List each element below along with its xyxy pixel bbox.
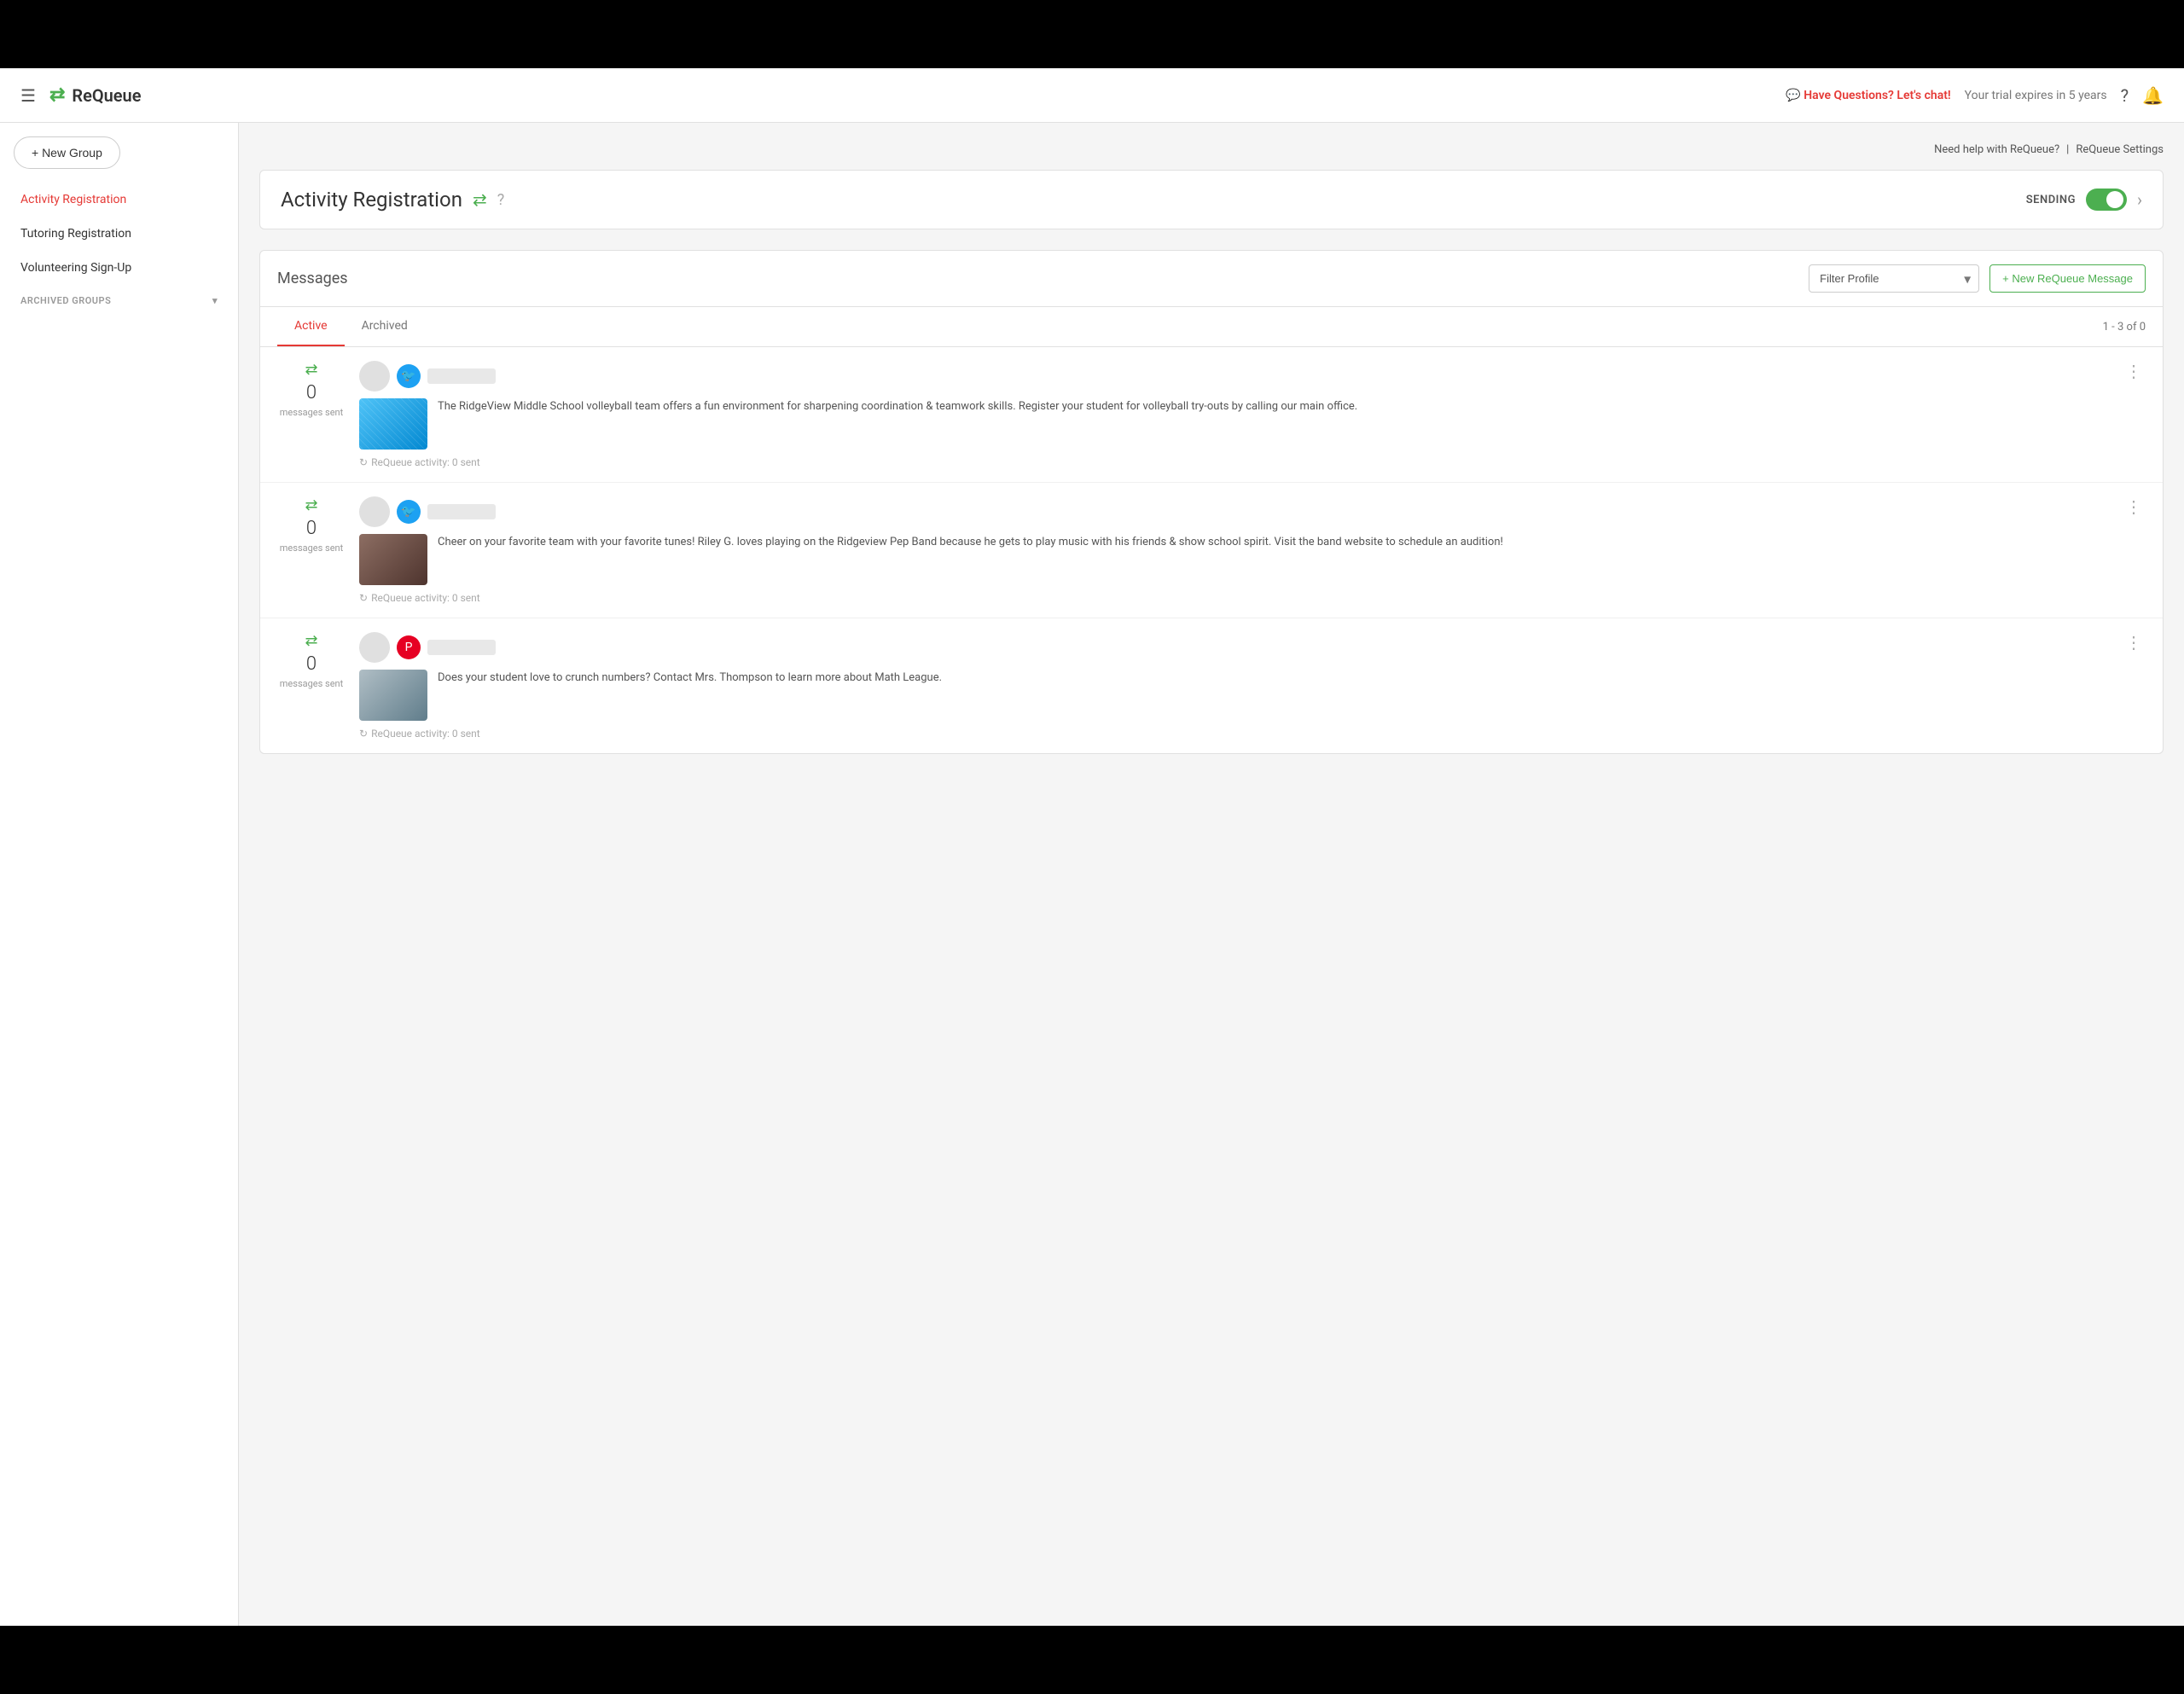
tab-archived[interactable]: Archived	[345, 307, 425, 346]
hamburger-icon[interactable]: ☰	[20, 85, 36, 106]
group-header-card: Activity Registration ⇄ ? SENDING ›	[259, 170, 2164, 229]
chevron-right-icon[interactable]: ›	[2137, 189, 2142, 210]
archived-groups-chevron: ▾	[212, 295, 218, 306]
group-requeue-icon: ⇄	[473, 189, 487, 210]
top-bar	[0, 0, 2184, 68]
message-text-3: Does your student love to crunch numbers…	[438, 670, 2108, 687]
avatar-2	[359, 496, 390, 527]
bottom-bar	[0, 1626, 2184, 1694]
activity-text-2: ReQueue activity: 0 sent	[371, 592, 480, 604]
requeue-activity-icon-1: ↻	[359, 456, 368, 468]
msg-count-3: 0	[306, 653, 317, 675]
header-left: ☰ ⇄ ReQueue	[20, 84, 141, 106]
message-item-2: ⇄ 0 messages sent 🐦 Cheer on your favori…	[260, 483, 2163, 618]
message-top-row-3: P	[359, 632, 2108, 663]
help-link[interactable]: Need help with ReQueue?	[1934, 143, 2059, 156]
filter-profile-select[interactable]: Filter Profile	[1809, 264, 1979, 293]
message-image-2	[359, 534, 427, 585]
activity-text-3: ReQueue activity: 0 sent	[371, 728, 480, 740]
help-icon[interactable]: ?	[2121, 85, 2129, 106]
main-layout: + New Group Activity Registration Tutori…	[0, 123, 2184, 1626]
sidebar-item-tutoring-registration[interactable]: Tutoring Registration	[0, 217, 238, 251]
message-body-row-3: Does your student love to crunch numbers…	[359, 670, 2108, 721]
new-group-button[interactable]: + New Group	[14, 136, 120, 169]
tabs-bar: Active Archived 1 - 3 of 0	[260, 307, 2163, 347]
chat-link[interactable]: 💬 Have Questions? Let's chat!	[1786, 89, 1950, 102]
message-content-2: 🐦 Cheer on your favorite team with your …	[359, 496, 2108, 604]
message-left-3: ⇄ 0 messages sent	[277, 632, 346, 689]
messages-title: Messages	[277, 270, 348, 287]
sidebar-item-volunteering-signup[interactable]: Volunteering Sign-Up	[0, 251, 238, 285]
bell-icon[interactable]: 🔔	[2142, 85, 2164, 106]
msg-count-1: 0	[306, 382, 317, 403]
filter-profile-wrapper: Filter Profile	[1809, 264, 1979, 293]
tab-active[interactable]: Active	[277, 307, 345, 346]
message-image-3	[359, 670, 427, 721]
message-more-1[interactable]: ⋮	[2122, 361, 2146, 381]
social-name-3	[427, 640, 496, 655]
logo-icon: ⇄	[49, 84, 65, 106]
message-left-2: ⇄ 0 messages sent	[277, 496, 346, 554]
message-text-1: The RidgeView Middle School volleyball t…	[438, 398, 2108, 415]
requeue-icon-2: ⇄	[305, 496, 317, 514]
requeue-activity-icon-2: ↻	[359, 592, 368, 604]
message-item-3: ⇄ 0 messages sent P Does your student lo…	[260, 618, 2163, 753]
message-more-2[interactable]: ⋮	[2122, 496, 2146, 517]
app-header: ☰ ⇄ ReQueue 💬 Have Questions? Let's chat…	[0, 68, 2184, 123]
message-content-3: P Does your student love to crunch numbe…	[359, 632, 2108, 740]
twitter-badge-2: 🐦	[397, 500, 421, 524]
message-more-3[interactable]: ⋮	[2122, 632, 2146, 653]
group-title-area: Activity Registration ⇄ ?	[281, 188, 504, 212]
group-help-icon[interactable]: ?	[497, 191, 505, 209]
logo-text: ReQueue	[72, 85, 141, 106]
message-text-2: Cheer on your favorite team with your fa…	[438, 534, 2108, 551]
message-top-row-1: 🐦	[359, 361, 2108, 392]
msg-count-2: 0	[306, 518, 317, 539]
messages-controls: Filter Profile + New ReQueue Message	[1809, 264, 2146, 293]
requeue-icon-1: ⇄	[305, 361, 317, 379]
pagination-text: 1 - 3 of 0	[2103, 321, 2146, 334]
requeue-icon-3: ⇄	[305, 632, 317, 650]
message-top-row-2: 🐦	[359, 496, 2108, 527]
message-content-1: 🐦 The RidgeView Middle School volleyball…	[359, 361, 2108, 468]
messages-section: Messages Filter Profile + New ReQueue Me…	[259, 250, 2164, 754]
archived-groups-label: ARCHIVED GROUPS	[20, 295, 111, 306]
message-left-1: ⇄ 0 messages sent	[277, 361, 346, 418]
separator: |	[2066, 143, 2069, 156]
twitter-badge-1: 🐦	[397, 364, 421, 388]
pinterest-badge-3: P	[397, 635, 421, 659]
activity-text-1: ReQueue activity: 0 sent	[371, 456, 480, 468]
settings-link[interactable]: ReQueue Settings	[2076, 143, 2164, 156]
message-image-1	[359, 398, 427, 450]
avatar-1	[359, 361, 390, 392]
trial-text: Your trial expires in 5 years	[1965, 89, 2107, 102]
message-item: ⇄ 0 messages sent 🐦 The RidgeView Mid	[260, 347, 2163, 483]
new-requeue-message-button[interactable]: + New ReQueue Message	[1989, 264, 2146, 293]
sidebar-item-activity-registration[interactable]: Activity Registration	[0, 183, 238, 217]
sidebar: + New Group Activity Registration Tutori…	[0, 123, 239, 1626]
archived-groups-header[interactable]: ARCHIVED GROUPS ▾	[0, 285, 238, 316]
sending-toggle[interactable]	[2086, 189, 2127, 211]
requeue-activity-icon-3: ↻	[359, 728, 368, 740]
message-footer-1: ↻ ReQueue activity: 0 sent	[359, 456, 2108, 468]
header-right: 💬 Have Questions? Let's chat! Your trial…	[1786, 85, 2164, 106]
message-body-row-2: Cheer on your favorite team with your fa…	[359, 534, 2108, 585]
social-name-2	[427, 504, 496, 519]
avatar-3	[359, 632, 390, 663]
msg-sent-label-2: messages sent	[280, 542, 343, 554]
social-name-1	[427, 368, 496, 384]
group-header-right: SENDING ›	[2026, 189, 2142, 211]
messages-header: Messages Filter Profile + New ReQueue Me…	[260, 251, 2163, 307]
message-footer-3: ↻ ReQueue activity: 0 sent	[359, 728, 2108, 740]
message-footer-2: ↻ ReQueue activity: 0 sent	[359, 592, 2108, 604]
message-body-row-1: The RidgeView Middle School volleyball t…	[359, 398, 2108, 450]
content-top-bar: Need help with ReQueue? | ReQueue Settin…	[259, 143, 2164, 156]
msg-sent-label-1: messages sent	[280, 407, 343, 418]
tabs: Active Archived	[277, 307, 425, 346]
sending-label: SENDING	[2026, 194, 2076, 206]
main-content: Need help with ReQueue? | ReQueue Settin…	[239, 123, 2184, 1626]
group-title: Activity Registration	[281, 188, 462, 212]
msg-sent-label-3: messages sent	[280, 678, 343, 689]
app-logo: ⇄ ReQueue	[49, 84, 142, 106]
